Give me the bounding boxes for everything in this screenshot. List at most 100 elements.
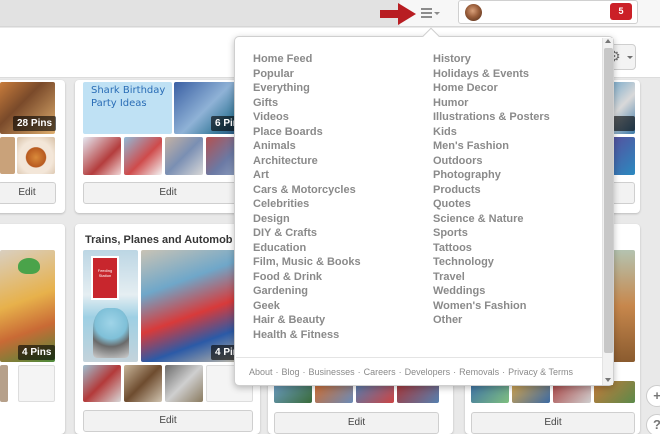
board-cover-image: Feeding Station	[83, 250, 138, 362]
board-thumbnail	[18, 365, 55, 402]
board-thumbnail	[0, 365, 8, 402]
category-item-women-s-fashion[interactable]: Women's Fashion	[433, 299, 550, 314]
board-card-left-top[interactable]: 28 Pins Edit	[0, 80, 65, 213]
frog-decoration	[18, 258, 40, 274]
category-list-right: History Holidays & Events Home Decor Humor I…	[433, 52, 550, 328]
category-item-home-decor[interactable]: Home Decor	[433, 81, 550, 96]
category-item-celebrities[interactable]: Celebrities	[253, 197, 361, 212]
board-cover-image: Shark Birthday Party Ideas	[83, 82, 172, 134]
scroll-up-arrow-icon[interactable]	[605, 39, 611, 43]
pin-count-badge	[613, 116, 635, 131]
category-list-left: Home Feed Popular Everything Gifts Videos Pla…	[253, 52, 361, 342]
caret-down-icon	[627, 56, 633, 59]
categories-menu-button[interactable]	[418, 4, 442, 22]
category-item-hair-and-beauty[interactable]: Hair & Beauty	[253, 313, 361, 328]
footer-separator: ·	[398, 367, 402, 377]
board-card-shark-birthday[interactable]: Shark Birthday Party Ideas 6 Pins Edit	[75, 80, 260, 213]
edit-button[interactable]: Edit	[274, 412, 439, 434]
category-item-everything[interactable]: Everything	[253, 81, 361, 96]
board-card-left-bottom[interactable]: 4 Pins	[0, 224, 65, 434]
dropdown-footer-links: About · Blog · Businesses · Careers · Developers…	[249, 367, 573, 377]
category-item-diy-and-crafts[interactable]: DIY & Crafts	[253, 226, 361, 241]
category-item-technology[interactable]: Technology	[433, 255, 550, 270]
pin-count-badge: 28 Pins	[13, 116, 57, 131]
category-item-gifts[interactable]: Gifts	[253, 96, 361, 111]
category-item-products[interactable]: Products	[433, 183, 550, 198]
add-pin-button[interactable]: +	[646, 385, 660, 407]
caret-down-icon	[434, 12, 440, 15]
category-item-geek[interactable]: Geek	[253, 299, 361, 314]
feeding-station-sign: Feeding Station	[91, 256, 119, 300]
footer-link-businesses[interactable]: Businesses	[309, 367, 355, 377]
dropdown-divider	[236, 357, 602, 358]
cupcake-image	[93, 308, 129, 358]
avatar	[465, 4, 482, 21]
footer-link-developers[interactable]: Developers	[405, 367, 451, 377]
board-thumbnail	[83, 137, 121, 175]
board-thumbnail	[0, 137, 15, 174]
scrollbar-thumb[interactable]	[604, 48, 613, 353]
category-item-men-s-fashion[interactable]: Men's Fashion	[433, 139, 550, 154]
edit-button[interactable]: Edit	[83, 410, 253, 432]
footer-separator: ·	[453, 367, 457, 377]
notification-badge[interactable]: 5	[610, 3, 632, 20]
help-button[interactable]: ?	[646, 414, 660, 434]
user-profile-button[interactable]: 5	[458, 0, 638, 24]
pin-count-badge: 4 Pins	[18, 345, 56, 360]
footer-link-about[interactable]: About	[249, 367, 273, 377]
category-item-film-music-and-books[interactable]: Film, Music & Books	[253, 255, 361, 270]
category-item-art[interactable]: Art	[253, 168, 361, 183]
board-title[interactable]: Trains, Planes and Automob	[85, 234, 253, 246]
category-item-kids[interactable]: Kids	[433, 125, 550, 140]
top-header-bar: 5	[0, 0, 660, 27]
category-item-food-and-drink[interactable]: Food & Drink	[253, 270, 361, 285]
category-item-home-feed[interactable]: Home Feed	[253, 52, 361, 67]
category-item-history[interactable]: History	[433, 52, 550, 67]
board-thumbnail	[165, 137, 203, 175]
category-item-illustrations-and-posters[interactable]: Illustrations & Posters	[433, 110, 550, 125]
category-item-popular[interactable]: Popular	[253, 67, 361, 82]
board-thumbnail	[165, 365, 203, 402]
category-item-education[interactable]: Education	[253, 241, 361, 256]
board-thumbnail	[124, 365, 162, 402]
categories-dropdown: Home Feed Popular Everything Gifts Videos Pla…	[234, 27, 614, 386]
dropdown-scrollbar[interactable]	[602, 38, 613, 385]
board-thumbnail	[83, 365, 121, 402]
edit-button[interactable]: Edit	[0, 182, 56, 204]
category-item-health-and-fitness[interactable]: Health & Fitness	[253, 328, 361, 343]
category-item-photography[interactable]: Photography	[433, 168, 550, 183]
search-area[interactable]	[0, 0, 400, 26]
board-cover-text: Shark Birthday Party Ideas	[91, 85, 166, 109]
category-item-humor[interactable]: Humor	[433, 96, 550, 111]
category-item-holidays-and-events[interactable]: Holidays & Events	[433, 67, 550, 82]
footer-link-privacy-and-terms[interactable]: Privacy & Terms	[508, 367, 573, 377]
category-item-tattoos[interactable]: Tattoos	[433, 241, 550, 256]
category-item-weddings[interactable]: Weddings	[433, 284, 550, 299]
category-item-animals[interactable]: Animals	[253, 139, 361, 154]
category-item-outdoors[interactable]: Outdoors	[433, 154, 550, 169]
category-item-travel[interactable]: Travel	[433, 270, 550, 285]
edit-button[interactable]: Edit	[471, 412, 635, 434]
board-card-trains-planes[interactable]: Trains, Planes and Automob Feeding Stati…	[75, 224, 260, 434]
category-item-videos[interactable]: Videos	[253, 110, 361, 125]
scroll-down-arrow-icon[interactable]	[605, 378, 611, 382]
footer-link-blog[interactable]: Blog	[282, 367, 300, 377]
red-arrow-pointer-icon	[380, 3, 416, 25]
category-item-place-boards[interactable]: Place Boards	[253, 125, 361, 140]
footer-separator: ·	[357, 367, 361, 377]
footer-link-removals[interactable]: Removals	[459, 367, 499, 377]
edit-button[interactable]: Edit	[83, 182, 253, 204]
footer-separator: ·	[302, 367, 306, 377]
footer-separator: ·	[275, 367, 279, 377]
category-item-other[interactable]: Other	[433, 313, 550, 328]
footer-separator: ·	[502, 367, 506, 377]
category-item-quotes[interactable]: Quotes	[433, 197, 550, 212]
category-item-architecture[interactable]: Architecture	[253, 154, 361, 169]
footer-link-careers[interactable]: Careers	[364, 367, 396, 377]
category-item-gardening[interactable]: Gardening	[253, 284, 361, 299]
category-item-cars-and-motorcycles[interactable]: Cars & Motorcycles	[253, 183, 361, 198]
board-thumbnail	[17, 137, 55, 174]
category-item-sports[interactable]: Sports	[433, 226, 550, 241]
category-item-science-and-nature[interactable]: Science & Nature	[433, 212, 550, 227]
category-item-design[interactable]: Design	[253, 212, 361, 227]
